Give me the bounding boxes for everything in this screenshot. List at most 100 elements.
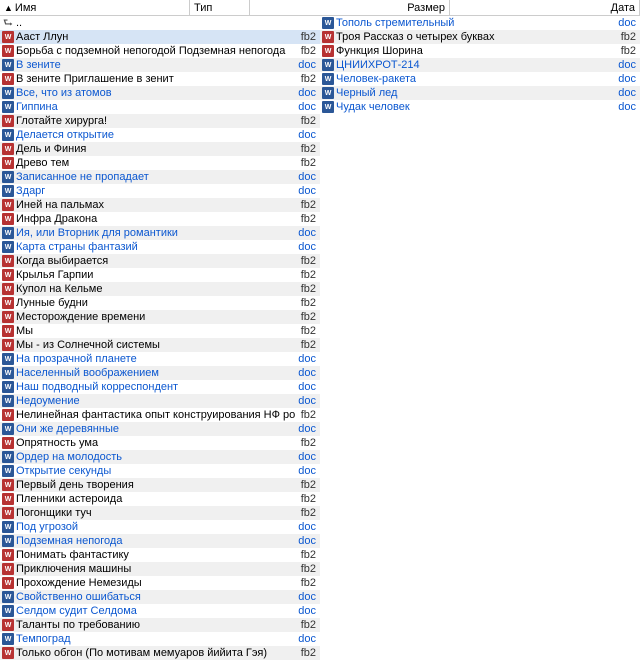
fb2-file-icon: W	[2, 157, 14, 169]
file-row[interactable]: WЧерный ледdoc	[320, 86, 640, 100]
parent-dir-label: ..	[16, 17, 318, 29]
file-name: Черный лед	[336, 87, 616, 99]
file-ext: fb2	[296, 199, 318, 211]
file-row[interactable]: WКарта страны фантазийdoc	[0, 240, 320, 254]
file-name: Лунные будни	[16, 297, 296, 309]
header-size[interactable]: Размер	[250, 0, 450, 15]
file-row[interactable]: WНелинейная фантастика опыт конструирова…	[0, 408, 320, 422]
file-row[interactable]: WВ зенитеdoc	[0, 58, 320, 72]
file-row[interactable]: WТроя Рассказ о четырех буквахfb2	[320, 30, 640, 44]
file-row[interactable]: WКупол на Кельмеfb2	[0, 282, 320, 296]
file-ext: fb2	[296, 269, 318, 281]
file-ext: doc	[296, 423, 318, 435]
file-ext: fb2	[296, 255, 318, 267]
file-name: Погонщики туч	[16, 507, 296, 519]
file-row[interactable]: WПодземная непогодаdoc	[0, 534, 320, 548]
file-ext: fb2	[616, 31, 638, 43]
file-row[interactable]: WФункция Шоринаfb2	[320, 44, 640, 58]
file-row[interactable]: WПленники астероидаfb2	[0, 492, 320, 506]
header-date[interactable]: Дата	[450, 0, 640, 15]
file-row[interactable]: WНаш подводный корреспондентdoc	[0, 380, 320, 394]
fb2-file-icon: W	[2, 269, 14, 281]
file-ext: fb2	[296, 283, 318, 295]
file-ext: fb2	[296, 311, 318, 323]
file-row[interactable]: WСелдом судит Селдомаdoc	[0, 604, 320, 618]
file-row[interactable]: WДелается открытиеdoc	[0, 128, 320, 142]
file-row[interactable]: WИя, или Вторник для романтикиdoc	[0, 226, 320, 240]
file-ext: fb2	[616, 45, 638, 57]
file-row[interactable]: WДель и Финияfb2	[0, 142, 320, 156]
file-name: Иней на пальмах	[16, 199, 296, 211]
file-name: Дель и Финия	[16, 143, 296, 155]
file-row[interactable]: WЗаписанное не пропадаетdoc	[0, 170, 320, 184]
file-name: В зените	[16, 59, 296, 71]
fb2-file-icon: W	[2, 213, 14, 225]
file-name: Свойственно ошибаться	[16, 591, 296, 603]
file-name: Таланты по требованию	[16, 619, 296, 631]
file-row[interactable]: WТаланты по требованиюfb2	[0, 618, 320, 632]
file-row[interactable]: WЦНИИХРОТ-214doc	[320, 58, 640, 72]
file-row[interactable]: WМыfb2	[0, 324, 320, 338]
fb2-file-icon: W	[2, 647, 14, 659]
file-name: Селдом судит Селдома	[16, 605, 296, 617]
file-row[interactable]: WВ зените Приглашение в зенитfb2	[0, 72, 320, 86]
file-name: Древо тем	[16, 157, 296, 169]
file-row[interactable]: WОни же деревянныеdoc	[0, 422, 320, 436]
file-row[interactable]: WПервый день творенияfb2	[0, 478, 320, 492]
file-row[interactable]: WЧеловек-ракетаdoc	[320, 72, 640, 86]
file-ext: doc	[296, 59, 318, 71]
file-name: Открытие секунды	[16, 465, 296, 477]
doc-file-icon: W	[2, 101, 14, 113]
file-row[interactable]: WГиппинаdoc	[0, 100, 320, 114]
fb2-file-icon: W	[2, 199, 14, 211]
file-row[interactable]: WДрево темfb2	[0, 156, 320, 170]
file-row[interactable]: WОткрытие секундыdoc	[0, 464, 320, 478]
file-row[interactable]: WГлотайте хирурга!fb2	[0, 114, 320, 128]
file-ext: doc	[616, 73, 638, 85]
file-row[interactable]: WБорьба с подземной непогодой Подземная …	[0, 44, 320, 58]
file-row[interactable]: WПод угрозойdoc	[0, 520, 320, 534]
file-row[interactable]: WПриключения машиныfb2	[0, 562, 320, 576]
file-row[interactable]: WИнфра Драконаfb2	[0, 212, 320, 226]
doc-file-icon: W	[322, 59, 334, 71]
file-ext: doc	[296, 87, 318, 99]
header-type[interactable]: Тип	[190, 0, 250, 15]
file-row[interactable]: WКогда выбираетсяfb2	[0, 254, 320, 268]
file-name: Человек-ракета	[336, 73, 616, 85]
fb2-file-icon: W	[2, 143, 14, 155]
parent-dir-row[interactable]: ⮑ ..	[0, 16, 320, 30]
file-row[interactable]: WСвойственно ошибатьсяdoc	[0, 590, 320, 604]
file-row[interactable]: WИней на пальмахfb2	[0, 198, 320, 212]
file-row[interactable]: WЧудак человекdoc	[320, 100, 640, 114]
file-row[interactable]: WНаселенный воображениемdoc	[0, 366, 320, 380]
file-row[interactable]: WОрдер на молодостьdoc	[0, 450, 320, 464]
file-row[interactable]: WПогонщики тучfb2	[0, 506, 320, 520]
file-row[interactable]: WМесторождение времениfb2	[0, 310, 320, 324]
file-row[interactable]: WТолько обгон (По мотивам мемуаров йийит…	[0, 646, 320, 660]
file-row[interactable]: WНа прозрачной планетеdoc	[0, 352, 320, 366]
file-row[interactable]: WКрылья Гарпииfb2	[0, 268, 320, 282]
file-row[interactable]: WВсе, что из атомовdoc	[0, 86, 320, 100]
file-row[interactable]: WТемпоградdoc	[0, 632, 320, 646]
file-row[interactable]: WМы - из Солнечной системыfb2	[0, 338, 320, 352]
file-name: Под угрозой	[16, 521, 296, 533]
file-row[interactable]: WЗдаргdoc	[0, 184, 320, 198]
file-ext: fb2	[296, 437, 318, 449]
file-name: Здарг	[16, 185, 296, 197]
file-name: Глотайте хирурга!	[16, 115, 296, 127]
file-row[interactable]: WОпрятность умаfb2	[0, 436, 320, 450]
header-name[interactable]: ▲Имя	[0, 0, 190, 15]
file-row[interactable]: WТополь стремительныйdoc	[320, 16, 640, 30]
file-row[interactable]: WНедоумениеdoc	[0, 394, 320, 408]
file-name: Ордер на молодость	[16, 451, 296, 463]
file-row[interactable]: WПонимать фантастикуfb2	[0, 548, 320, 562]
file-row[interactable]: WАаст Ллунfb2	[0, 30, 320, 44]
doc-file-icon: W	[2, 465, 14, 477]
file-ext: fb2	[296, 325, 318, 337]
doc-file-icon: W	[2, 605, 14, 617]
file-ext: fb2	[296, 297, 318, 309]
file-row[interactable]: WПрохождение Немезидыfb2	[0, 576, 320, 590]
file-ext: doc	[296, 129, 318, 141]
fb2-file-icon: W	[2, 45, 14, 57]
file-row[interactable]: WЛунные будниfb2	[0, 296, 320, 310]
